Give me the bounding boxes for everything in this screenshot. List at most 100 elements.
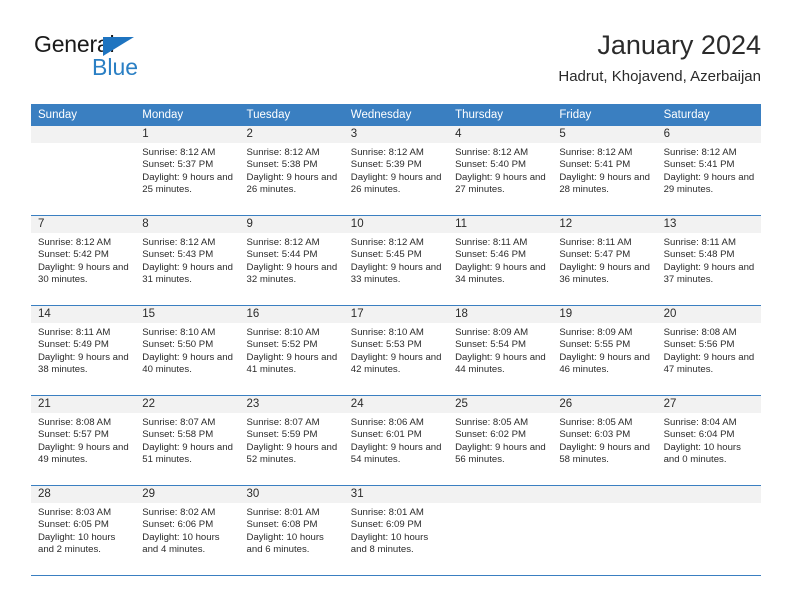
calendar-day-cell[interactable]: 2 Sunrise: 8:12 AM Sunset: 5:38 PM Daylight… — [239, 126, 344, 215]
sunrise-text: Sunrise: 8:09 AM — [455, 327, 529, 338]
sunrise-text: Sunrise: 8:12 AM — [350, 147, 424, 158]
calendar-day-cell[interactable]: 20 Sunrise: 8:08 AM Sunset: 5:56 PM Dayligh… — [656, 306, 761, 395]
sunrise-text: Sunrise: 8:12 AM — [455, 147, 529, 158]
calendar-week-row: 21 Sunrise: 8:08 AM Sunset: 5:57 PM Dayligh… — [31, 396, 761, 486]
day-details: Sunrise: 8:12 AM Sunset: 5:41 PM Daylight:… — [657, 143, 761, 197]
day-number: 24 — [343, 396, 449, 413]
daylight-text: Daylight: 9 hours and 41 minutes. — [246, 351, 338, 376]
day-details: Sunrise: 8:11 AM Sunset: 5:49 PM Daylight:… — [31, 323, 135, 377]
sunset-text: Sunset: 5:42 PM — [38, 249, 109, 261]
day-number: 16 — [239, 306, 344, 323]
day-details: Sunrise: 8:08 AM Sunset: 5:56 PM Daylight:… — [657, 323, 761, 377]
daylight-text: Daylight: 9 hours and 29 minutes. — [663, 171, 755, 196]
calendar-day-cell[interactable]: 16 Sunrise: 8:10 AM Sunset: 5:52 PM Dayligh… — [239, 306, 344, 395]
calendar-day-cell[interactable]: 5 Sunrise: 8:12 AM Sunset: 5:41 PM Daylight… — [552, 126, 657, 215]
calendar-day-cell[interactable]: 1 Sunrise: 8:12 AM Sunset: 5:37 PM Daylight… — [135, 126, 240, 215]
sunset-text: Sunset: 6:03 PM — [559, 429, 631, 441]
calendar-week-row: 28 Sunrise: 8:03 AM Sunset: 6:05 PM Dayligh… — [31, 486, 761, 576]
calendar-day-cell[interactable]: 15 Sunrise: 8:10 AM Sunset: 5:50 PM Dayligh… — [135, 306, 240, 395]
calendar-day-cell[interactable]: 17 Sunrise: 8:10 AM Sunset: 5:53 PM Dayligh… — [343, 306, 449, 395]
calendar-grid: Sunday Monday Tuesday Wednesday Thursday… — [31, 104, 761, 576]
sunrise-text: Sunrise: 8:02 AM — [142, 507, 216, 518]
day-number: 1 — [135, 126, 240, 143]
calendar-day-cell[interactable]: 7 Sunrise: 8:12 AM Sunset: 5:42 PM Daylight… — [31, 216, 136, 305]
weekday-wednesday: Wednesday — [350, 109, 412, 121]
empty-day-band — [552, 486, 657, 503]
day-number: 19 — [552, 306, 657, 323]
weekday-monday: Monday — [142, 109, 184, 121]
day-number: 25 — [448, 396, 553, 413]
calendar-day-cell[interactable]: 11 Sunrise: 8:11 AM Sunset: 5:46 PM Dayligh… — [448, 216, 553, 305]
day-number: 30 — [239, 486, 344, 503]
daylight-text: Daylight: 9 hours and 46 minutes. — [559, 351, 650, 376]
calendar-empty-cell — [448, 486, 553, 575]
weekday-thursday: Thursday — [455, 109, 503, 121]
day-number: 20 — [656, 306, 761, 323]
day-details: Sunrise: 8:05 AM Sunset: 6:02 PM Daylight:… — [448, 413, 552, 467]
day-details: Sunrise: 8:02 AM Sunset: 6:06 PM Daylight:… — [135, 503, 239, 557]
sunrise-text: Sunrise: 8:11 AM — [559, 237, 632, 248]
calendar-day-cell[interactable]: 3 Sunrise: 8:12 AM Sunset: 5:39 PM Daylight… — [343, 126, 449, 215]
sunset-text: Sunset: 5:54 PM — [455, 339, 526, 351]
day-number: 17 — [343, 306, 449, 323]
sunrise-text: Sunrise: 8:12 AM — [38, 237, 112, 248]
sunset-text: Sunset: 6:04 PM — [663, 429, 735, 441]
day-number: 2 — [239, 126, 344, 143]
day-number: 9 — [239, 216, 344, 233]
day-details: Sunrise: 8:12 AM Sunset: 5:37 PM Daylight:… — [135, 143, 239, 197]
sunset-text: Sunset: 5:38 PM — [246, 159, 318, 171]
calendar-day-cell[interactable]: 29 Sunrise: 8:02 AM Sunset: 6:06 PM Dayligh… — [135, 486, 240, 575]
calendar-day-cell[interactable]: 31 Sunrise: 8:01 AM Sunset: 6:09 PM Dayligh… — [343, 486, 449, 575]
calendar-day-cell[interactable]: 14 Sunrise: 8:11 AM Sunset: 5:49 PM Dayligh… — [31, 306, 136, 395]
calendar-day-cell[interactable]: 30 Sunrise: 8:01 AM Sunset: 6:08 PM Dayligh… — [239, 486, 344, 575]
calendar-day-cell[interactable]: 8 Sunrise: 8:12 AM Sunset: 5:43 PM Daylight… — [135, 216, 240, 305]
day-details: Sunrise: 8:12 AM Sunset: 5:39 PM Daylight:… — [344, 143, 448, 197]
sunrise-text: Sunrise: 8:12 AM — [663, 147, 737, 158]
calendar-day-cell[interactable]: 28 Sunrise: 8:03 AM Sunset: 6:05 PM Dayligh… — [31, 486, 136, 575]
sunrise-text: Sunrise: 8:11 AM — [455, 237, 528, 248]
day-number: 15 — [135, 306, 240, 323]
day-details: Sunrise: 8:12 AM Sunset: 5:40 PM Daylight:… — [448, 143, 552, 197]
page-subtitle: Hadrut, Khojavend, Azerbaijan — [558, 68, 761, 85]
day-details: Sunrise: 8:09 AM Sunset: 5:54 PM Daylight:… — [448, 323, 552, 377]
daylight-text: Daylight: 9 hours and 32 minutes. — [246, 261, 338, 286]
sunset-text: Sunset: 5:49 PM — [38, 339, 109, 351]
sunrise-text: Sunrise: 8:08 AM — [663, 327, 737, 338]
calendar-day-cell[interactable]: 27 Sunrise: 8:04 AM Sunset: 6:04 PM Dayligh… — [656, 396, 761, 485]
calendar-day-cell[interactable]: 6 Sunrise: 8:12 AM Sunset: 5:41 PM Daylight… — [656, 126, 761, 215]
daylight-text: Daylight: 9 hours and 31 minutes. — [142, 261, 233, 286]
daylight-text: Daylight: 10 hours and 8 minutes. — [350, 531, 429, 556]
calendar-day-cell[interactable]: 13 Sunrise: 8:11 AM Sunset: 5:48 PM Dayligh… — [656, 216, 761, 305]
day-details: Sunrise: 8:12 AM Sunset: 5:44 PM Daylight:… — [240, 233, 344, 287]
weekday-friday: Friday — [559, 109, 592, 121]
calendar-day-cell[interactable]: 24 Sunrise: 8:06 AM Sunset: 6:01 PM Dayligh… — [343, 396, 449, 485]
calendar-day-cell[interactable]: 10 Sunrise: 8:12 AM Sunset: 5:45 PM Dayligh… — [343, 216, 449, 305]
calendar-day-cell[interactable]: 12 Sunrise: 8:11 AM Sunset: 5:47 PM Dayligh… — [552, 216, 657, 305]
empty-day-band — [448, 486, 553, 503]
day-details: Sunrise: 8:10 AM Sunset: 5:53 PM Daylight:… — [344, 323, 448, 377]
day-details: Sunrise: 8:11 AM Sunset: 5:48 PM Daylight:… — [657, 233, 761, 287]
sunset-text: Sunset: 6:05 PM — [38, 519, 109, 531]
calendar-weeks: 1 Sunrise: 8:12 AM Sunset: 5:37 PM Daylight… — [31, 126, 761, 576]
calendar-day-cell[interactable]: 18 Sunrise: 8:09 AM Sunset: 5:54 PM Dayligh… — [448, 306, 553, 395]
calendar-day-cell[interactable]: 23 Sunrise: 8:07 AM Sunset: 5:59 PM Dayligh… — [239, 396, 344, 485]
general-blue-logo[interactable]: General Blue — [31, 28, 251, 90]
daylight-text: Daylight: 9 hours and 56 minutes. — [455, 441, 546, 466]
calendar-day-cell[interactable]: 26 Sunrise: 8:05 AM Sunset: 6:03 PM Dayligh… — [552, 396, 657, 485]
sunrise-text: Sunrise: 8:08 AM — [38, 417, 112, 428]
day-number: 27 — [656, 396, 761, 413]
calendar-day-cell[interactable]: 19 Sunrise: 8:09 AM Sunset: 5:55 PM Dayligh… — [552, 306, 657, 395]
sunset-text: Sunset: 5:40 PM — [455, 159, 526, 171]
day-number: 11 — [448, 216, 553, 233]
day-number: 8 — [135, 216, 240, 233]
sunrise-text: Sunrise: 8:12 AM — [142, 237, 216, 248]
calendar-day-cell[interactable]: 21 Sunrise: 8:08 AM Sunset: 5:57 PM Dayligh… — [31, 396, 136, 485]
sunrise-text: Sunrise: 8:04 AM — [663, 417, 737, 428]
calendar-day-cell[interactable]: 25 Sunrise: 8:05 AM Sunset: 6:02 PM Dayligh… — [448, 396, 553, 485]
empty-day-band — [656, 486, 761, 503]
sunset-text: Sunset: 5:48 PM — [663, 249, 735, 261]
calendar-day-cell[interactable]: 9 Sunrise: 8:12 AM Sunset: 5:44 PM Daylight… — [239, 216, 344, 305]
calendar-day-cell[interactable]: 4 Sunrise: 8:12 AM Sunset: 5:40 PM Daylight… — [448, 126, 553, 215]
title-block: January 2024 Hadrut, Khojavend, Azerbaij… — [558, 28, 761, 88]
calendar-day-cell[interactable]: 22 Sunrise: 8:07 AM Sunset: 5:58 PM Dayligh… — [135, 396, 240, 485]
